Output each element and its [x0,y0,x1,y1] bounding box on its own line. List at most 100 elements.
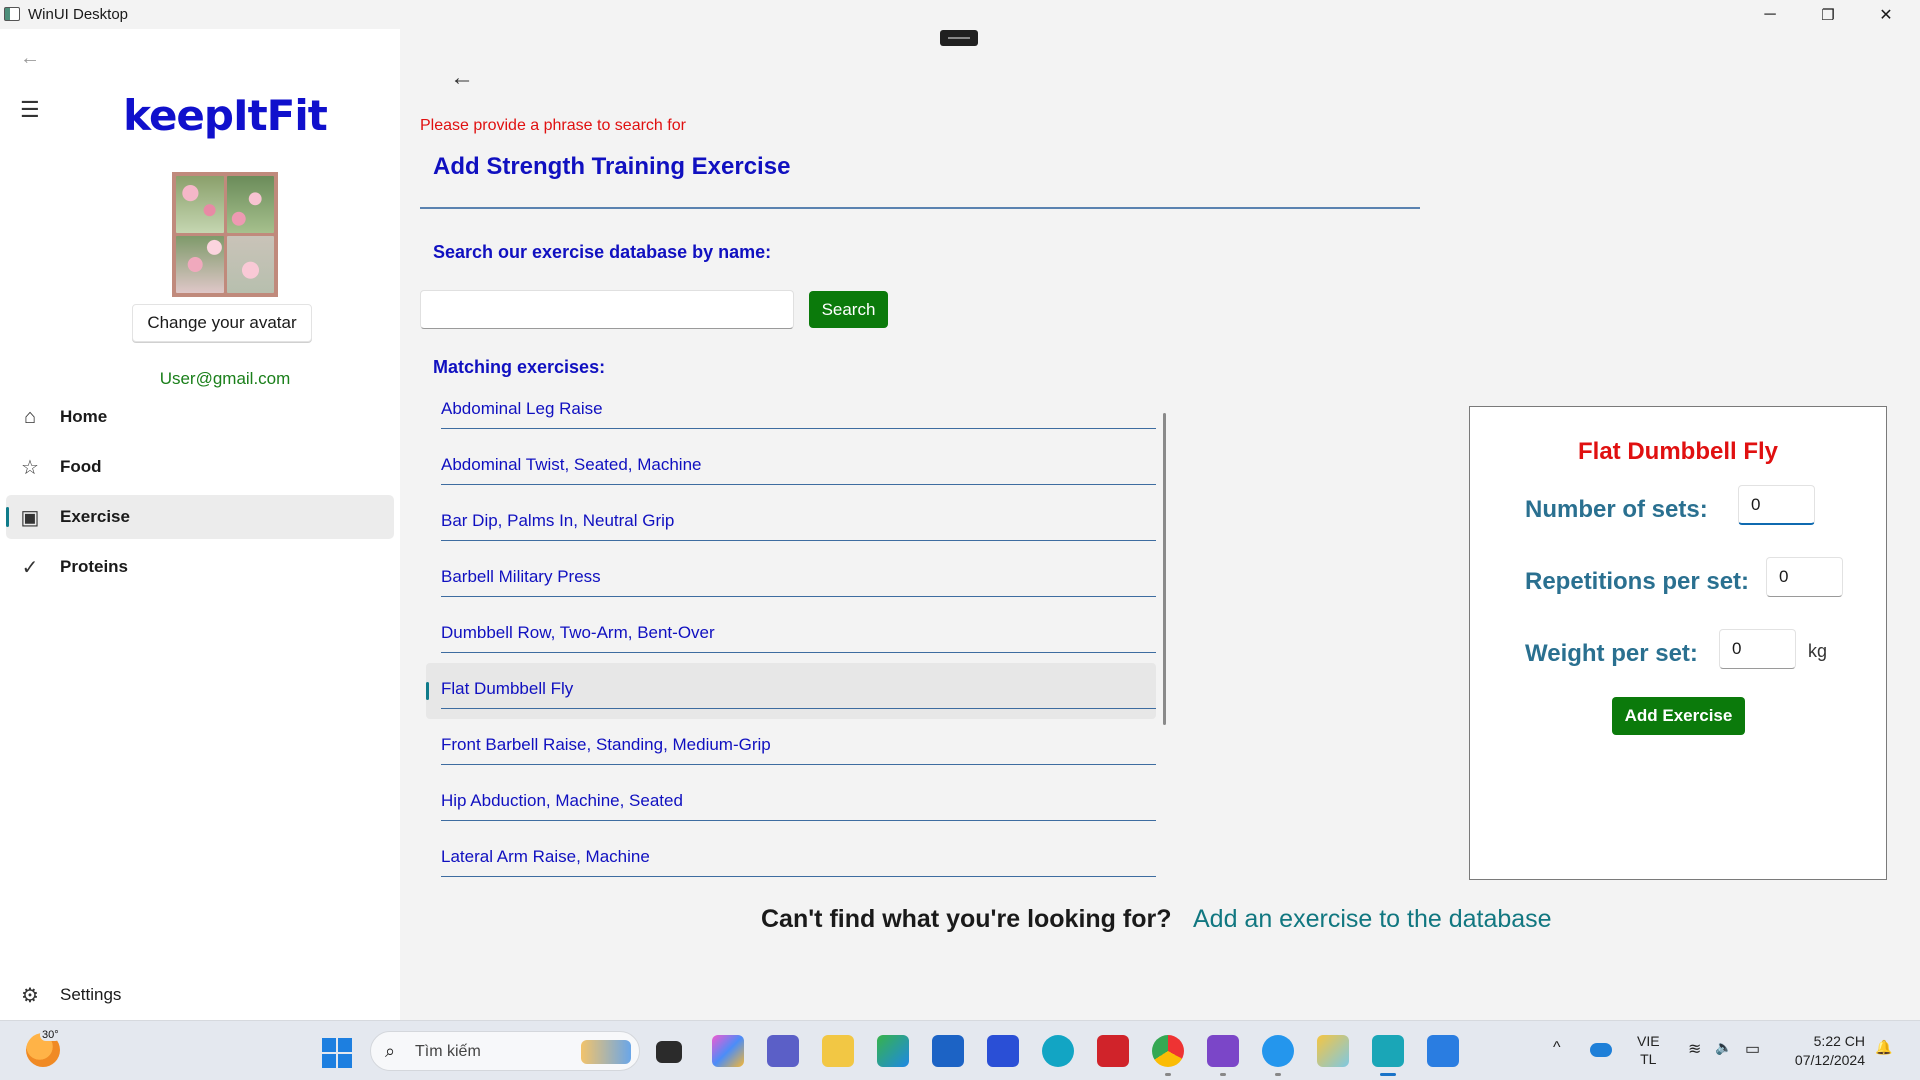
nav-item-label: Home [60,407,108,426]
reps-label: Repetitions per set: [1525,568,1750,595]
store-icon[interactable] [932,1035,964,1067]
edge-icon[interactable] [877,1035,909,1067]
notification-bell-icon[interactable]: 🔔 [1875,1039,1892,1056]
teams-icon[interactable] [767,1035,799,1067]
close-button[interactable]: ✕ [1857,0,1915,29]
avatar [172,172,278,297]
volume-icon[interactable]: 🔈 [1715,1039,1732,1056]
selection-indicator [6,507,9,527]
title-bar: WinUI Desktop ─ ❐ ✕ [0,0,1920,29]
exercise-name: Bar Dip, Palms In, Neutral Grip [441,511,675,530]
reps-input[interactable] [1766,557,1843,597]
list-item[interactable]: Barbell Military Press [426,551,1156,607]
clock-date: 07/12/2024 [1794,1052,1865,1068]
exercise-name: Barbell Military Press [441,567,601,586]
weather-temperature: 30° [40,1029,61,1041]
gear-icon: ⚙ [21,984,39,1007]
onedrive-icon[interactable] [1590,1043,1612,1057]
list-item[interactable]: Dumbbell Row, Two-Arm, Bent-Over [426,607,1156,663]
mcafee-icon[interactable] [1097,1035,1129,1067]
avatar-photo-tile [226,176,274,233]
nav-back-icon[interactable]: ← [20,47,40,70]
home-icon: ⌂ [23,405,37,428]
exercise-name: Lateral Arm Raise, Machine [441,847,650,866]
start-button[interactable] [322,1038,352,1068]
app-icon-tools[interactable] [1317,1035,1349,1067]
docker-icon[interactable] [1262,1035,1294,1076]
nav-item-label: Food [60,457,102,476]
list-item[interactable]: Front Barbell Raise, Standing, Medium-Gr… [426,719,1156,775]
weight-unit: kg [1808,641,1828,661]
change-avatar-button[interactable]: Change your avatar [132,304,312,342]
clock-time: 5:22 CH [1813,1033,1865,1049]
wifi-icon[interactable]: ≋ [1688,1039,1701,1059]
list-item[interactable]: Bar Dip, Palms In, Neutral Grip [426,495,1156,551]
app-icon-blue[interactable] [987,1035,1019,1067]
list-scrollbar[interactable] [1163,413,1166,725]
exercise-name: Abdominal Leg Raise [441,399,603,418]
minimize-button[interactable]: ─ [1741,0,1799,29]
taskbar: 30° ⌕ Tìm kiếm ^ VIE TL ≋ 🔈 ▭ 5:22 CH 07… [0,1020,1920,1080]
chevron-up-icon[interactable]: ^ [1553,1039,1561,1057]
restore-button[interactable]: ❐ [1799,0,1857,29]
exercise-name: Front Barbell Raise, Standing, Medium-Gr… [441,735,771,754]
visual-studio-icon[interactable] [1207,1035,1239,1076]
notepad-icon[interactable] [1427,1035,1459,1067]
sets-input[interactable] [1738,485,1815,525]
footer-question: Can't find what you're looking for? [761,905,1172,933]
language-code: VIE [1637,1033,1660,1049]
list-item-selected[interactable]: Flat Dumbbell Fly [426,663,1156,719]
search-icon: ⌕ [385,1041,396,1061]
selected-exercise-title: Flat Dumbbell Fly [1577,438,1778,465]
nav-item-proteins[interactable]: ✓ Proteins [6,545,394,589]
add-exercise-button[interactable]: Add Exercise [1612,697,1745,735]
nav-item-food[interactable]: ☆ Food [6,445,394,489]
app-logo: keepItFit [123,91,328,140]
weight-input[interactable] [1719,629,1796,669]
system-clock[interactable]: 5:22 CH 07/12/2024 [1785,1032,1865,1070]
search-button[interactable]: Search [809,291,888,328]
navigation-pane: ← ☰ keepItFit Change your avatar User@gm… [0,29,400,1020]
nav-item-settings[interactable]: ⚙ Settings [6,975,121,1015]
task-view-icon[interactable] [656,1041,682,1063]
avatar-photo-tile [176,176,224,233]
drag-handle[interactable] [940,30,978,46]
list-item[interactable]: Abdominal Leg Raise [426,383,1156,439]
list-item[interactable]: Hip Abduction, Machine, Seated [426,775,1156,831]
app-icon-cyan[interactable] [1042,1035,1074,1067]
copilot-icon[interactable] [712,1035,744,1067]
checkmark-icon: ✓ [21,556,39,579]
validation-error: Please provide a phrase to search for [420,117,686,134]
search-placeholder: Tìm kiếm [415,1043,481,1060]
nav-item-home[interactable]: ⌂ Home [6,395,394,439]
chrome-icon[interactable] [1152,1035,1184,1076]
exercise-detail-panel: Flat Dumbbell Fly Number of sets: Repeti… [1469,406,1887,880]
add-exercise-to-database-link[interactable]: Add an exercise to the database [1193,905,1552,934]
exercise-name: Hip Abduction, Machine, Seated [441,791,683,810]
exercise-name: Abdominal Twist, Seated, Machine [441,455,702,474]
exercise-icon: ▣ [20,506,40,529]
nav-item-label: Settings [60,985,122,1004]
title-divider [420,207,1420,209]
nav-item-exercise[interactable]: ▣ Exercise [6,495,394,539]
battery-icon[interactable]: ▭ [1745,1039,1760,1059]
window-title: WinUI Desktop [28,6,129,23]
sets-label: Number of sets: [1525,496,1708,523]
avatar-photo-tile [176,236,224,293]
nav-item-label: Proteins [60,557,129,576]
weight-label: Weight per set: [1525,640,1698,667]
taskbar-search[interactable]: ⌕ Tìm kiếm [370,1031,640,1071]
search-label: Search our exercise database by name: [433,242,772,262]
language-indicator[interactable]: VIE TL [1637,1032,1660,1068]
list-item[interactable]: Abdominal Twist, Seated, Machine [426,439,1156,495]
search-highlight-icon [581,1040,631,1064]
nav-item-label: Exercise [60,507,130,526]
winui-app-icon[interactable] [1372,1035,1404,1076]
list-item[interactable]: Lateral Arm Raise, Machine [426,831,1156,887]
exercise-name: Flat Dumbbell Fly [441,679,574,698]
input-method: TL [1640,1051,1657,1067]
file-explorer-icon[interactable] [822,1035,854,1067]
page-back-arrow-icon[interactable]: ← [450,64,474,92]
star-icon: ☆ [21,456,39,479]
search-input[interactable] [420,290,794,329]
